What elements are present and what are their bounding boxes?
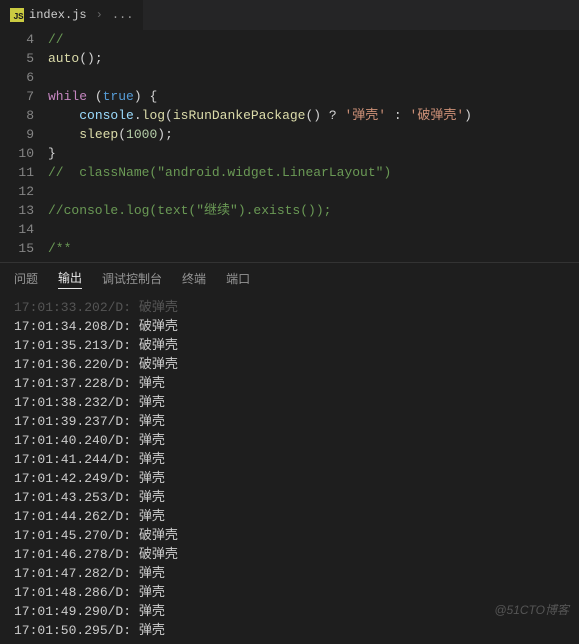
output-line: 17:01:46.278/D: 破弹壳: [14, 545, 565, 564]
code-body[interactable]: //auto(); while (true) { console.log(isRu…: [48, 30, 579, 262]
code-editor[interactable]: 456789101112131415 //auto(); while (true)…: [0, 30, 579, 262]
editor-tab-indexjs[interactable]: JS index.js › ...: [0, 0, 144, 30]
line-number: 5: [0, 49, 34, 68]
code-line[interactable]: //console.log(text("继续").exists());: [48, 201, 579, 220]
output-line: 17:01:40.240/D: 弹壳: [14, 431, 565, 450]
line-number: 14: [0, 220, 34, 239]
panel-tab-2[interactable]: 调试控制台: [102, 270, 162, 287]
code-line[interactable]: [48, 220, 579, 239]
breadcrumb-separator-icon: ›: [92, 8, 107, 22]
output-line: 17:01:35.213/D: 破弹壳: [14, 336, 565, 355]
code-line[interactable]: while (true) {: [48, 87, 579, 106]
panel-tab-3[interactable]: 终端: [182, 270, 206, 287]
output-line: 17:01:47.282/D: 弹壳: [14, 564, 565, 583]
output-line: 17:01:45.270/D: 破弹壳: [14, 526, 565, 545]
panel-tab-4[interactable]: 端口: [226, 270, 250, 287]
line-number: 10: [0, 144, 34, 163]
code-line[interactable]: /**: [48, 239, 579, 258]
output-line: 17:01:41.244/D: 弹壳: [14, 450, 565, 469]
code-line[interactable]: console.log(isRunDankePackage() ? '弹壳' :…: [48, 106, 579, 125]
output-line: 17:01:42.249/D: 弹壳: [14, 469, 565, 488]
line-number: 9: [0, 125, 34, 144]
code-line[interactable]: // className("android.widget.LinearLayou…: [48, 163, 579, 182]
line-number: 4: [0, 30, 34, 49]
output-line: 17:01:33.202/D: 破弹壳: [14, 298, 565, 317]
code-line[interactable]: }: [48, 144, 579, 163]
panel-tabs: 问题 输出 调试控制台 终端 端口: [0, 262, 579, 294]
output-line: 17:01:44.262/D: 弹壳: [14, 507, 565, 526]
output-line: 17:01:43.253/D: 弹壳: [14, 488, 565, 507]
code-line[interactable]: [48, 182, 579, 201]
line-number: 15: [0, 239, 34, 258]
code-line[interactable]: sleep(1000);: [48, 125, 579, 144]
output-line: 17:01:37.228/D: 弹壳: [14, 374, 565, 393]
tab-filename: index.js: [29, 8, 87, 22]
line-number: 7: [0, 87, 34, 106]
output-line: 17:01:34.208/D: 破弹壳: [14, 317, 565, 336]
output-line: 17:01:36.220/D: 破弹壳: [14, 355, 565, 374]
line-number: 6: [0, 68, 34, 87]
code-line[interactable]: auto();: [48, 49, 579, 68]
code-line[interactable]: //: [48, 30, 579, 49]
tab-bar: JS index.js › ...: [0, 0, 579, 30]
line-number: 8: [0, 106, 34, 125]
output-line: 17:01:38.232/D: 弹壳: [14, 393, 565, 412]
output-line: 17:01:49.290/D: 弹壳: [14, 602, 565, 621]
output-line: 17:01:50.295/D: 弹壳: [14, 621, 565, 640]
line-number: 12: [0, 182, 34, 201]
output-line: 17:01:48.286/D: 弹壳: [14, 583, 565, 602]
panel-tab-0[interactable]: 问题: [14, 270, 38, 287]
line-number: 11: [0, 163, 34, 182]
line-number: 13: [0, 201, 34, 220]
javascript-icon: JS: [10, 8, 24, 22]
output-line: 17:01:39.237/D: 弹壳: [14, 412, 565, 431]
breadcrumb-tail: ...: [112, 8, 134, 22]
watermark: @51CTO博客: [494, 601, 569, 618]
code-line[interactable]: [48, 68, 579, 87]
output-panel[interactable]: 17:01:33.202/D: 破弹壳17:01:34.208/D: 破弹壳17…: [0, 294, 579, 644]
line-number-gutter: 456789101112131415: [0, 30, 48, 262]
panel-tab-1[interactable]: 输出: [58, 269, 82, 289]
